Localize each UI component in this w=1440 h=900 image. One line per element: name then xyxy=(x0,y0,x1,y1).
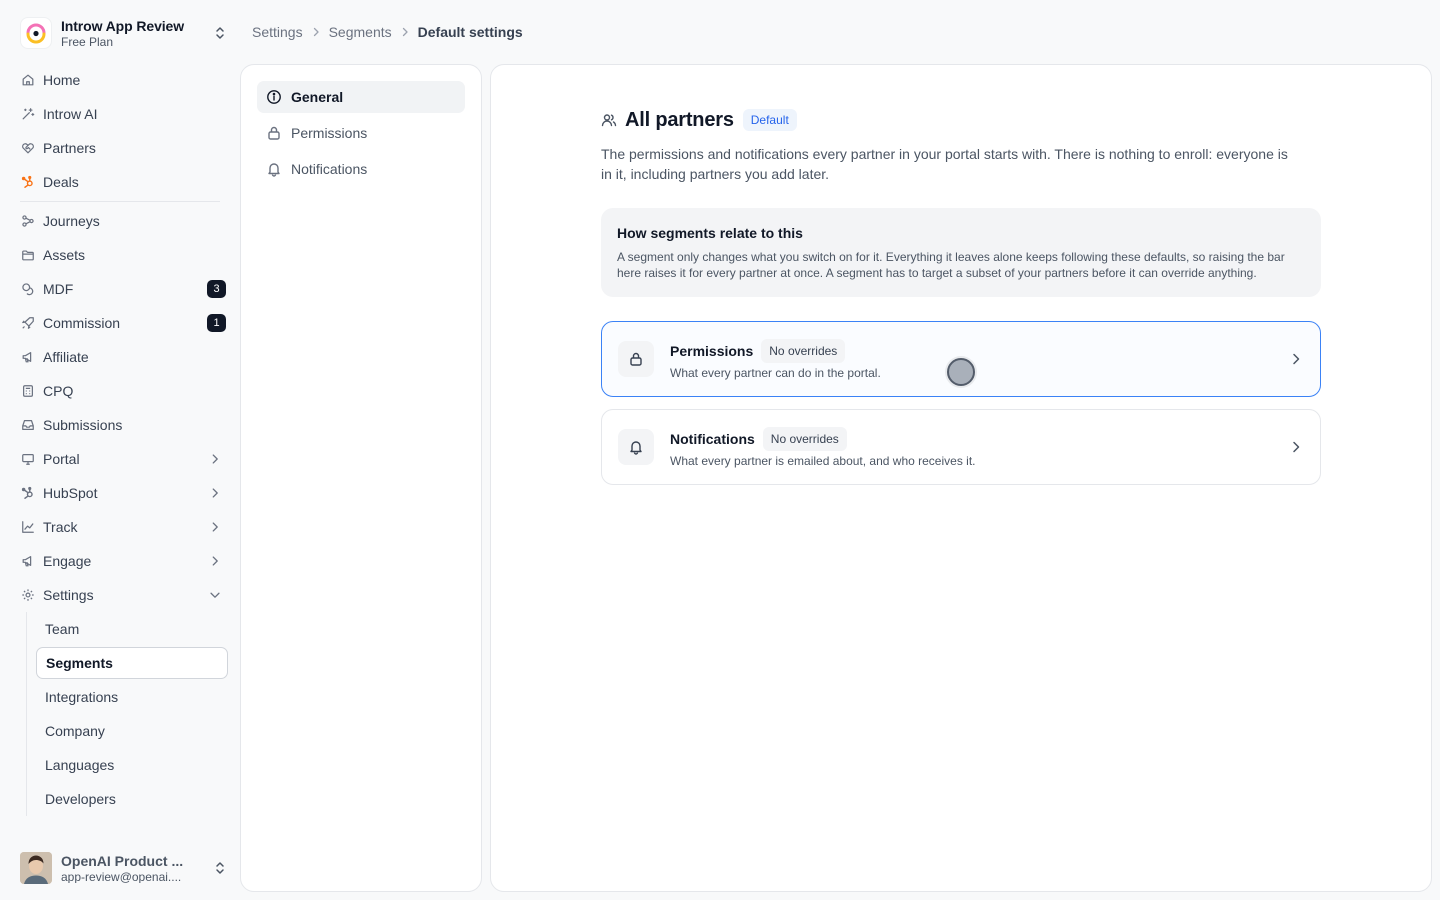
settings-subnav: Team Segments Integrations Company Langu… xyxy=(26,612,228,816)
page-title: All partners xyxy=(625,108,734,131)
chart-icon xyxy=(22,521,34,533)
chevron-right-icon xyxy=(212,556,218,566)
info-title: How segments relate to this xyxy=(617,225,803,241)
sidebar-item-team[interactable]: Team xyxy=(36,612,228,646)
home-icon xyxy=(22,74,34,86)
breadcrumb-settings[interactable]: Settings xyxy=(252,24,303,40)
nav-divider xyxy=(20,201,220,202)
settings-tabs-panel: General Permissions Notifications xyxy=(240,64,482,892)
tab-general[interactable]: General xyxy=(257,81,465,113)
nav-item-journeys[interactable]: Journeys xyxy=(12,204,228,238)
nav-item-partners[interactable]: Partners xyxy=(12,131,228,165)
segments-info-box: How segments relate to this A segment on… xyxy=(601,208,1321,297)
chevron-down-icon xyxy=(210,592,220,598)
inbox-icon xyxy=(22,420,34,430)
chevron-up-down-icon xyxy=(216,27,224,39)
mdf-count-badge: 3 xyxy=(207,280,226,298)
main-panel: All partners Default The permissions and… xyxy=(490,64,1432,892)
nav-item-submissions[interactable]: Submissions xyxy=(12,408,228,442)
card-subtitle: What every partner can do in the portal. xyxy=(670,365,881,380)
nav-item-engage[interactable]: Engage xyxy=(12,544,228,578)
tab-permissions[interactable]: Permissions xyxy=(257,117,465,149)
nav-item-deals[interactable]: Deals xyxy=(12,165,228,199)
main-nav: Home Introw AI Partners Deals Journeys A… xyxy=(12,63,228,816)
lock-icon xyxy=(268,126,280,140)
nav-item-commission[interactable]: Commission 1 xyxy=(12,306,228,340)
user-name: OpenAI Product ... xyxy=(61,853,184,869)
chevron-right-icon xyxy=(212,454,218,464)
status-badge: No overrides xyxy=(762,426,847,451)
nav-item-home[interactable]: Home xyxy=(12,63,228,97)
calculator-icon xyxy=(23,385,33,397)
megaphone-icon xyxy=(22,352,32,363)
lock-icon xyxy=(630,352,642,366)
sidebar-item-segments[interactable]: Segments xyxy=(36,647,228,679)
introw-logo xyxy=(20,17,52,49)
sidebar-item-languages[interactable]: Languages xyxy=(36,748,228,782)
nav-item-mdf[interactable]: MDF 3 xyxy=(12,272,228,306)
info-text: A segment only changes what you switch o… xyxy=(617,250,1285,280)
nav-item-introw-ai[interactable]: Introw AI xyxy=(12,97,228,131)
info-icon xyxy=(267,90,281,104)
rocket-icon xyxy=(22,317,34,329)
breadcrumb-segments[interactable]: Segments xyxy=(329,24,392,40)
chevron-right-icon xyxy=(1293,353,1300,365)
chevron-right-icon xyxy=(402,27,408,37)
card-subtitle: What every partner is emailed about, and… xyxy=(670,453,976,468)
notifications-card[interactable]: Notifications No overrides What every pa… xyxy=(601,409,1321,485)
status-badge: No overrides xyxy=(761,338,846,363)
mouse-cursor xyxy=(947,358,975,386)
tab-notifications[interactable]: Notifications xyxy=(257,153,465,185)
nav-item-settings[interactable]: Settings xyxy=(12,578,228,612)
users-icon xyxy=(601,114,617,127)
journeys-icon xyxy=(22,215,34,227)
sidebar-item-developers[interactable]: Developers xyxy=(36,782,228,816)
coins-icon xyxy=(22,283,34,296)
breadcrumb-current: Default settings xyxy=(417,24,523,40)
chevron-right-icon xyxy=(313,27,319,37)
gear-icon xyxy=(22,589,34,601)
page-heading: All partners Default xyxy=(601,107,1321,133)
bell-icon xyxy=(630,441,642,455)
folder-icon xyxy=(22,250,34,261)
nav-item-assets[interactable]: Assets xyxy=(12,238,228,272)
chevron-right-icon xyxy=(212,522,218,532)
megaphone-icon xyxy=(22,556,32,567)
monitor-icon xyxy=(22,454,34,465)
handshake-icon xyxy=(22,143,34,154)
sidebar-item-company[interactable]: Company xyxy=(36,714,228,748)
sidebar: Introw App Review Free Plan Home Introw … xyxy=(0,0,240,900)
hubspot-icon xyxy=(21,175,33,188)
commission-count-badge: 1 xyxy=(207,314,226,332)
workspace-plan: Free Plan xyxy=(61,34,114,49)
avatar xyxy=(20,852,52,884)
page-description: The permissions and notifications every … xyxy=(601,146,1288,182)
sidebar-item-integrations[interactable]: Integrations xyxy=(36,680,228,714)
card-title: Notifications xyxy=(670,430,755,447)
sparkle-icon xyxy=(22,108,35,120)
default-badge: Default xyxy=(742,109,797,131)
user-menu[interactable]: OpenAI Product ... app-review@openai.... xyxy=(20,852,228,884)
nav-item-cpq[interactable]: CPQ xyxy=(12,374,228,408)
chevron-right-icon xyxy=(212,488,218,498)
nav-item-portal[interactable]: Portal xyxy=(12,442,228,476)
workspace-switcher[interactable]: Introw App Review Free Plan xyxy=(20,16,228,50)
chevron-up-down-icon xyxy=(216,862,224,874)
bell-icon xyxy=(268,163,280,177)
workspace-name: Introw App Review xyxy=(61,17,185,34)
nav-item-affiliate[interactable]: Affiliate xyxy=(12,340,228,374)
hubspot-icon xyxy=(21,486,33,499)
chevron-right-icon xyxy=(1293,441,1300,453)
nav-item-hubspot[interactable]: HubSpot xyxy=(12,476,228,510)
card-title: Permissions xyxy=(670,342,754,359)
breadcrumb: Settings Segments Default settings xyxy=(252,22,523,42)
nav-item-track[interactable]: Track xyxy=(12,510,228,544)
user-email: app-review@openai.... xyxy=(61,869,182,883)
